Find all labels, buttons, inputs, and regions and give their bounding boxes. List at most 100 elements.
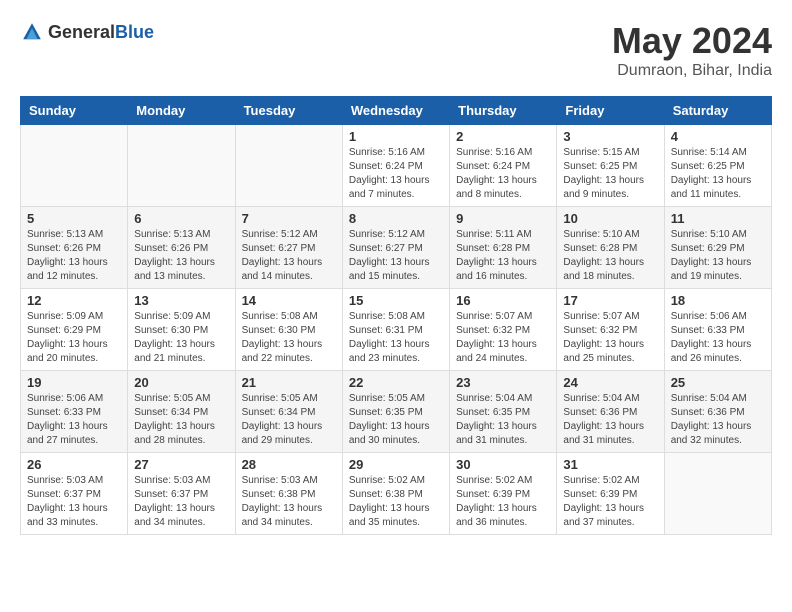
day-number: 21 <box>242 375 336 390</box>
table-row: 25 Sunrise: 5:04 AM Sunset: 6:36 PM Dayl… <box>664 371 771 453</box>
daylight-text: Daylight: 13 hours and 11 minutes. <box>671 174 765 202</box>
day-info: Sunrise: 5:02 AM Sunset: 6:39 PM Dayligh… <box>456 474 550 530</box>
day-number: 8 <box>349 211 443 226</box>
day-number: 29 <box>349 457 443 472</box>
calendar-table: Sunday Monday Tuesday Wednesday Thursday… <box>20 96 772 535</box>
sunset-text: Sunset: 6:27 PM <box>242 242 336 256</box>
sunset-text: Sunset: 6:27 PM <box>349 242 443 256</box>
day-info: Sunrise: 5:03 AM Sunset: 6:37 PM Dayligh… <box>134 474 228 530</box>
table-row: 19 Sunrise: 5:06 AM Sunset: 6:33 PM Dayl… <box>21 371 128 453</box>
sunrise-text: Sunrise: 5:12 AM <box>242 228 336 242</box>
table-row: 8 Sunrise: 5:12 AM Sunset: 6:27 PM Dayli… <box>342 207 449 289</box>
table-row: 23 Sunrise: 5:04 AM Sunset: 6:35 PM Dayl… <box>450 371 557 453</box>
day-number: 28 <box>242 457 336 472</box>
sunset-text: Sunset: 6:26 PM <box>134 242 228 256</box>
calendar-week-row: 1 Sunrise: 5:16 AM Sunset: 6:24 PM Dayli… <box>21 125 772 207</box>
sunrise-text: Sunrise: 5:04 AM <box>456 392 550 406</box>
sunrise-text: Sunrise: 5:05 AM <box>349 392 443 406</box>
daylight-text: Daylight: 13 hours and 25 minutes. <box>563 338 657 366</box>
table-row: 20 Sunrise: 5:05 AM Sunset: 6:34 PM Dayl… <box>128 371 235 453</box>
daylight-text: Daylight: 13 hours and 18 minutes. <box>563 256 657 284</box>
calendar-week-row: 12 Sunrise: 5:09 AM Sunset: 6:29 PM Dayl… <box>21 289 772 371</box>
day-info: Sunrise: 5:07 AM Sunset: 6:32 PM Dayligh… <box>563 310 657 366</box>
sunrise-text: Sunrise: 5:04 AM <box>563 392 657 406</box>
day-info: Sunrise: 5:05 AM Sunset: 6:34 PM Dayligh… <box>242 392 336 448</box>
table-row: 12 Sunrise: 5:09 AM Sunset: 6:29 PM Dayl… <box>21 289 128 371</box>
sunrise-text: Sunrise: 5:10 AM <box>671 228 765 242</box>
table-row <box>128 125 235 207</box>
daylight-text: Daylight: 13 hours and 32 minutes. <box>671 420 765 448</box>
table-row: 26 Sunrise: 5:03 AM Sunset: 6:37 PM Dayl… <box>21 453 128 535</box>
calendar-week-row: 26 Sunrise: 5:03 AM Sunset: 6:37 PM Dayl… <box>21 453 772 535</box>
logo-icon <box>20 20 44 44</box>
day-number: 20 <box>134 375 228 390</box>
day-number: 22 <box>349 375 443 390</box>
day-number: 30 <box>456 457 550 472</box>
sunset-text: Sunset: 6:30 PM <box>134 324 228 338</box>
day-info: Sunrise: 5:14 AM Sunset: 6:25 PM Dayligh… <box>671 146 765 202</box>
sunset-text: Sunset: 6:28 PM <box>456 242 550 256</box>
sunrise-text: Sunrise: 5:13 AM <box>27 228 121 242</box>
day-number: 7 <box>242 211 336 226</box>
sunrise-text: Sunrise: 5:11 AM <box>456 228 550 242</box>
header-sunday: Sunday <box>21 97 128 125</box>
day-info: Sunrise: 5:04 AM Sunset: 6:36 PM Dayligh… <box>671 392 765 448</box>
day-number: 24 <box>563 375 657 390</box>
sunrise-text: Sunrise: 5:16 AM <box>349 146 443 160</box>
daylight-text: Daylight: 13 hours and 24 minutes. <box>456 338 550 366</box>
daylight-text: Daylight: 13 hours and 34 minutes. <box>134 502 228 530</box>
day-number: 9 <box>456 211 550 226</box>
day-info: Sunrise: 5:09 AM Sunset: 6:30 PM Dayligh… <box>134 310 228 366</box>
daylight-text: Daylight: 13 hours and 8 minutes. <box>456 174 550 202</box>
day-number: 10 <box>563 211 657 226</box>
calendar-header-row: Sunday Monday Tuesday Wednesday Thursday… <box>21 97 772 125</box>
header-wednesday: Wednesday <box>342 97 449 125</box>
day-number: 15 <box>349 293 443 308</box>
daylight-text: Daylight: 13 hours and 34 minutes. <box>242 502 336 530</box>
table-row: 1 Sunrise: 5:16 AM Sunset: 6:24 PM Dayli… <box>342 125 449 207</box>
daylight-text: Daylight: 13 hours and 16 minutes. <box>456 256 550 284</box>
table-row: 21 Sunrise: 5:05 AM Sunset: 6:34 PM Dayl… <box>235 371 342 453</box>
sunset-text: Sunset: 6:36 PM <box>563 406 657 420</box>
sunrise-text: Sunrise: 5:05 AM <box>242 392 336 406</box>
sunrise-text: Sunrise: 5:09 AM <box>27 310 121 324</box>
sunrise-text: Sunrise: 5:03 AM <box>134 474 228 488</box>
sunset-text: Sunset: 6:25 PM <box>563 160 657 174</box>
sunrise-text: Sunrise: 5:14 AM <box>671 146 765 160</box>
table-row: 30 Sunrise: 5:02 AM Sunset: 6:39 PM Dayl… <box>450 453 557 535</box>
day-info: Sunrise: 5:13 AM Sunset: 6:26 PM Dayligh… <box>134 228 228 284</box>
day-info: Sunrise: 5:06 AM Sunset: 6:33 PM Dayligh… <box>27 392 121 448</box>
daylight-text: Daylight: 13 hours and 13 minutes. <box>134 256 228 284</box>
day-info: Sunrise: 5:16 AM Sunset: 6:24 PM Dayligh… <box>349 146 443 202</box>
sunrise-text: Sunrise: 5:04 AM <box>671 392 765 406</box>
daylight-text: Daylight: 13 hours and 21 minutes. <box>134 338 228 366</box>
sunrise-text: Sunrise: 5:07 AM <box>456 310 550 324</box>
sunset-text: Sunset: 6:32 PM <box>456 324 550 338</box>
day-info: Sunrise: 5:02 AM Sunset: 6:38 PM Dayligh… <box>349 474 443 530</box>
location: Dumraon, Bihar, India <box>612 62 772 80</box>
day-info: Sunrise: 5:12 AM Sunset: 6:27 PM Dayligh… <box>242 228 336 284</box>
daylight-text: Daylight: 13 hours and 9 minutes. <box>563 174 657 202</box>
table-row: 18 Sunrise: 5:06 AM Sunset: 6:33 PM Dayl… <box>664 289 771 371</box>
calendar-week-row: 19 Sunrise: 5:06 AM Sunset: 6:33 PM Dayl… <box>21 371 772 453</box>
logo-blue: Blue <box>115 22 154 42</box>
day-info: Sunrise: 5:10 AM Sunset: 6:29 PM Dayligh… <box>671 228 765 284</box>
sunset-text: Sunset: 6:33 PM <box>671 324 765 338</box>
sunset-text: Sunset: 6:39 PM <box>563 488 657 502</box>
day-info: Sunrise: 5:04 AM Sunset: 6:35 PM Dayligh… <box>456 392 550 448</box>
table-row: 22 Sunrise: 5:05 AM Sunset: 6:35 PM Dayl… <box>342 371 449 453</box>
day-number: 1 <box>349 129 443 144</box>
table-row: 3 Sunrise: 5:15 AM Sunset: 6:25 PM Dayli… <box>557 125 664 207</box>
logo-general: General <box>48 22 115 42</box>
sunrise-text: Sunrise: 5:03 AM <box>27 474 121 488</box>
daylight-text: Daylight: 13 hours and 29 minutes. <box>242 420 336 448</box>
daylight-text: Daylight: 13 hours and 12 minutes. <box>27 256 121 284</box>
table-row <box>21 125 128 207</box>
sunset-text: Sunset: 6:39 PM <box>456 488 550 502</box>
daylight-text: Daylight: 13 hours and 20 minutes. <box>27 338 121 366</box>
sunset-text: Sunset: 6:34 PM <box>134 406 228 420</box>
day-info: Sunrise: 5:09 AM Sunset: 6:29 PM Dayligh… <box>27 310 121 366</box>
daylight-text: Daylight: 13 hours and 7 minutes. <box>349 174 443 202</box>
daylight-text: Daylight: 13 hours and 27 minutes. <box>27 420 121 448</box>
day-number: 25 <box>671 375 765 390</box>
